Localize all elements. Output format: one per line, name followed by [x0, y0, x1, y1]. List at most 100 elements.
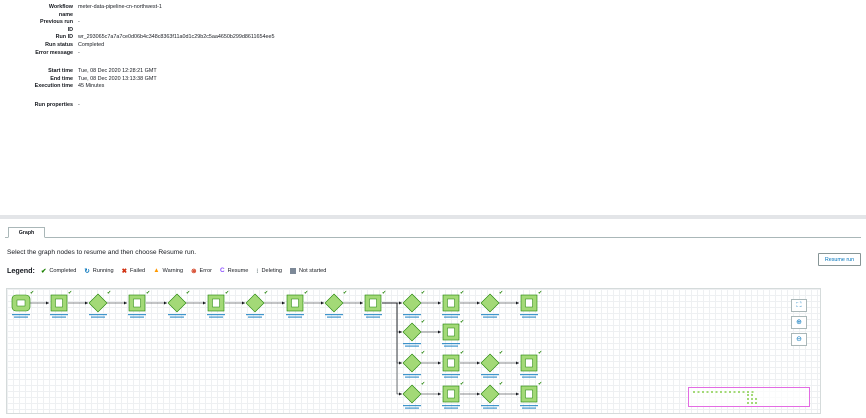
node-label[interactable] [325, 314, 343, 316]
legend-completed: ✔ Completed [41, 267, 76, 275]
edge-arrow [399, 392, 402, 396]
node-label[interactable] [327, 316, 341, 318]
node-trigger[interactable] [245, 293, 265, 313]
node-trigger[interactable] [402, 293, 422, 313]
node-label[interactable] [366, 316, 380, 318]
node-label[interactable] [170, 316, 184, 318]
completed-check-icon: ✔ [264, 290, 268, 296]
node-label[interactable] [520, 405, 538, 407]
minimap-node [751, 398, 753, 400]
node-job-icon[interactable] [525, 358, 533, 368]
node-label[interactable] [209, 316, 223, 318]
edge-arrow [282, 301, 285, 305]
legend-deleting-label: Deleting [261, 267, 282, 274]
node-job-icon[interactable] [212, 298, 220, 308]
node-label[interactable] [248, 316, 262, 318]
node-label[interactable] [483, 316, 497, 318]
node-label[interactable] [442, 343, 460, 345]
node-trigger[interactable] [402, 322, 422, 342]
node-label[interactable] [444, 316, 458, 318]
node-label[interactable] [403, 405, 421, 407]
node-label[interactable] [520, 374, 538, 376]
node-label[interactable] [89, 314, 107, 316]
minimap-node [724, 391, 727, 393]
zoom-in-button[interactable]: ⊕ [791, 316, 807, 329]
node-label[interactable] [405, 376, 419, 378]
node-trigger[interactable] [324, 293, 344, 313]
node-job-icon[interactable] [369, 298, 377, 308]
node-trigger[interactable] [167, 293, 187, 313]
node-label[interactable] [207, 314, 225, 316]
node-label[interactable] [168, 314, 186, 316]
legend-failed-label: Failed [129, 267, 146, 274]
edge-arrow [242, 301, 245, 305]
node-trigger[interactable] [402, 384, 422, 404]
edge-arrow [321, 301, 324, 305]
error-message-value: - [78, 49, 80, 56]
node-label[interactable] [444, 376, 458, 378]
legend-not-started-label: Not started [298, 267, 327, 274]
node-job-icon[interactable] [525, 298, 533, 308]
node-job-icon[interactable] [55, 298, 63, 308]
execution-time-label: Execution time [34, 83, 73, 90]
node-label[interactable] [405, 407, 419, 409]
deleting-icon: ⁝ [256, 267, 259, 275]
node-label[interactable] [403, 343, 421, 345]
node-start-icon[interactable] [16, 299, 26, 307]
node-label[interactable] [91, 316, 105, 318]
node-label[interactable] [288, 316, 302, 318]
node-label[interactable] [442, 314, 460, 316]
edge-arrow [516, 361, 519, 365]
node-job-icon[interactable] [447, 327, 455, 337]
node-label[interactable] [286, 314, 304, 316]
node-label[interactable] [483, 376, 497, 378]
node-label[interactable] [130, 316, 144, 318]
node-trigger[interactable] [480, 353, 500, 373]
node-label[interactable] [14, 316, 28, 318]
graph-minimap[interactable] [688, 387, 810, 407]
minimap-node [747, 394, 749, 396]
fit-to-screen-button[interactable]: ⛶ [791, 299, 807, 312]
node-label[interactable] [50, 314, 68, 316]
node-label[interactable] [520, 314, 538, 316]
node-label[interactable] [405, 345, 419, 347]
node-label[interactable] [403, 314, 421, 316]
node-trigger[interactable] [480, 293, 500, 313]
legend-deleting: ⁝ Deleting [256, 267, 282, 275]
node-trigger[interactable] [480, 384, 500, 404]
tab-graph[interactable]: Graph [8, 227, 45, 238]
minimap-node [751, 402, 753, 404]
node-label[interactable] [481, 405, 499, 407]
node-label[interactable] [481, 314, 499, 316]
node-label[interactable] [405, 316, 419, 318]
node-label[interactable] [403, 374, 421, 376]
run-status-row: Run status Completed [0, 42, 400, 50]
minimap-node [706, 391, 709, 393]
node-job-icon[interactable] [447, 358, 455, 368]
node-label[interactable] [522, 316, 536, 318]
node-label[interactable] [483, 407, 497, 409]
node-label[interactable] [52, 316, 66, 318]
node-label[interactable] [481, 374, 499, 376]
node-trigger[interactable] [402, 353, 422, 373]
node-label[interactable] [12, 314, 30, 316]
node-label[interactable] [522, 407, 536, 409]
node-label[interactable] [128, 314, 146, 316]
node-label[interactable] [364, 314, 382, 316]
node-job-icon[interactable] [133, 298, 141, 308]
node-job-icon[interactable] [525, 389, 533, 399]
node-label[interactable] [246, 314, 264, 316]
node-label[interactable] [444, 345, 458, 347]
x-icon: ✖ [121, 267, 127, 275]
node-label[interactable] [444, 407, 458, 409]
resume-run-button[interactable]: Resume run [818, 253, 861, 266]
node-job-icon[interactable] [447, 389, 455, 399]
node-trigger[interactable] [88, 293, 108, 313]
zoom-out-button[interactable]: ⊖ [791, 333, 807, 346]
node-label[interactable] [442, 405, 460, 407]
node-job-icon[interactable] [447, 298, 455, 308]
edge-arrow [438, 361, 441, 365]
node-label[interactable] [522, 376, 536, 378]
node-job-icon[interactable] [291, 298, 299, 308]
node-label[interactable] [442, 374, 460, 376]
